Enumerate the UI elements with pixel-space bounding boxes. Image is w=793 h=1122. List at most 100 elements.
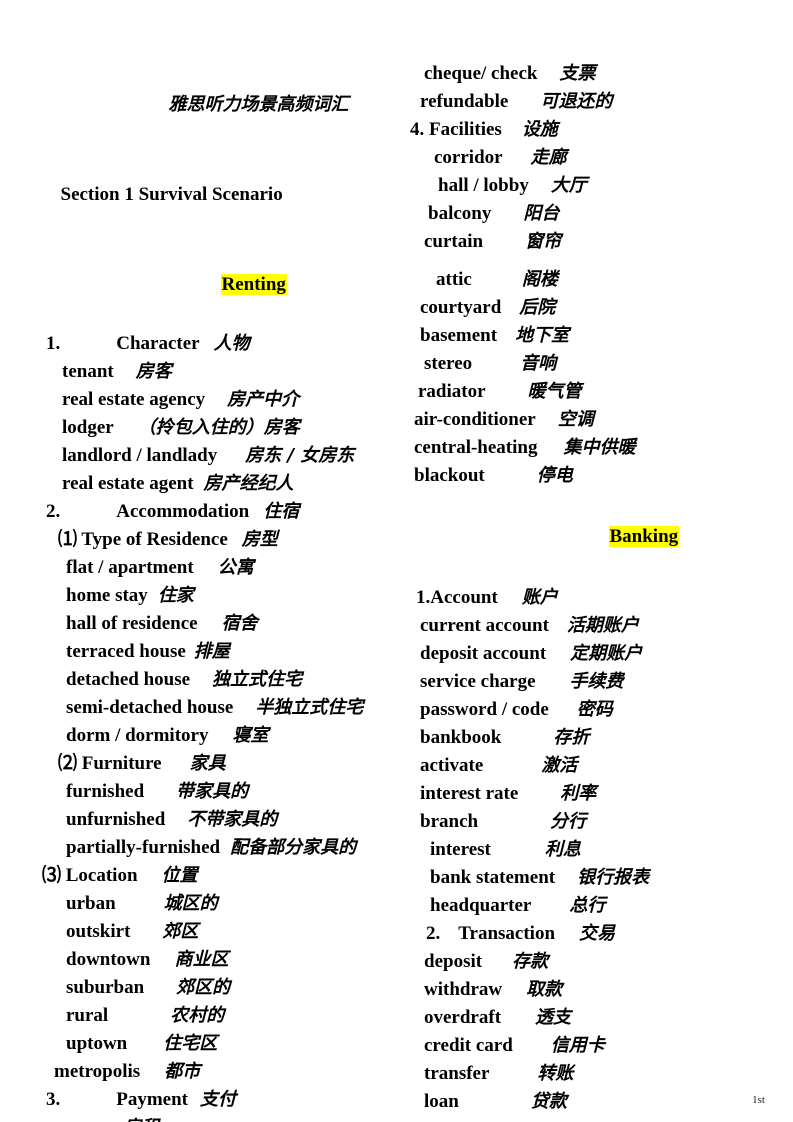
renting-heading: Renting bbox=[32, 240, 392, 330]
vocab-entry: withdraw 取款 bbox=[410, 976, 770, 1004]
vocab-term-en: ⑴ Type of Residence bbox=[58, 529, 228, 550]
vocab-gloss-cn: 支票 bbox=[559, 63, 596, 84]
vocab-entry: service charge 手续费 bbox=[410, 668, 770, 696]
vocab-entry: detached house 独立式住宅 bbox=[32, 666, 392, 694]
vocab-entry: basement 地下室 bbox=[410, 322, 770, 350]
vocab-gloss-cn: 房客 bbox=[135, 361, 172, 382]
left-column-entries: 1. Character 人物 tenant 房客 real estate agency 房… bbox=[32, 330, 392, 1122]
vocab-gloss-cn: 后院 bbox=[519, 297, 556, 318]
vocab-term-en: bank statement bbox=[430, 867, 556, 888]
vocab-entry: credit card 信用卡 bbox=[410, 1032, 770, 1060]
vocab-term-en: real estate agent bbox=[62, 473, 194, 494]
vocab-term-en: service charge bbox=[420, 671, 536, 692]
vocab-entry: blackout 停电 bbox=[410, 462, 770, 490]
renting-heading-text: Renting bbox=[220, 274, 287, 295]
vocab-entry: loan 贷款 bbox=[410, 1088, 770, 1116]
document-title-text: 雅思听力场景高频词汇 bbox=[168, 94, 349, 115]
vocab-gloss-cn: 阁楼 bbox=[521, 269, 558, 290]
vocab-entry: 3. Payment 支付 bbox=[32, 1086, 392, 1114]
left-column: 雅思听力场景高频词汇 Section 1 Survival Scenario R… bbox=[32, 60, 392, 1122]
vocab-entry: hall of residence 宿舍 bbox=[32, 610, 392, 638]
vocab-entry: furnished 带家具的 bbox=[32, 778, 392, 806]
vocab-term-en: landlord / landlady bbox=[62, 445, 218, 466]
vocab-gloss-cn: 暖气管 bbox=[527, 381, 582, 402]
page-footer: 1st bbox=[752, 1094, 765, 1106]
vocab-term-en: 1. bbox=[46, 333, 61, 354]
vocab-term-en: basement bbox=[420, 325, 498, 346]
vocab-entry: uptown 住宅区 bbox=[32, 1030, 392, 1058]
vocab-entry: bank statement 银行报表 bbox=[410, 864, 770, 892]
vocab-gloss-cn: 住宿 bbox=[263, 501, 300, 522]
vocab-gloss-cn: 郊区的 bbox=[176, 977, 231, 998]
vocab-entry: semi-detached house 半独立式住宅 bbox=[32, 694, 392, 722]
vocab-gloss-cn: 账户 bbox=[521, 587, 558, 608]
section-heading: Section 1 Survival Scenario bbox=[32, 150, 392, 240]
vocab-term-en: metropolis bbox=[54, 1061, 141, 1082]
vocab-gloss-cn: 都市 bbox=[164, 1061, 201, 1082]
vocab-entry: current account 活期账户 bbox=[410, 612, 770, 640]
vocab-gloss-cn: 公寓 bbox=[217, 557, 254, 578]
vocab-term-en: loan bbox=[424, 1091, 459, 1112]
vocab-gloss-cn: 排屋 bbox=[193, 641, 230, 662]
vocab-entry: landlord / landlady 房东 / 女房东 bbox=[32, 442, 392, 470]
vocab-gloss-cn: 不带家具的 bbox=[187, 809, 278, 830]
vocab-gloss-cn: 支付 bbox=[200, 1089, 237, 1110]
vocab-entry: hall / lobby 大厅 bbox=[410, 172, 770, 200]
vocab-gloss-cn: 手续费 bbox=[569, 671, 624, 692]
vocab-term-en: interest bbox=[430, 839, 491, 860]
vocab-gloss-cn: 窗帘 bbox=[525, 231, 562, 252]
vocab-gloss-cn: 带家具的 bbox=[176, 781, 249, 802]
vocab-gloss-cn: 信用卡 bbox=[550, 1035, 605, 1056]
vocab-entry: home stay 住家 bbox=[32, 582, 392, 610]
vocab-gloss-cn: 交易 bbox=[579, 923, 616, 944]
vocab-gloss-cn: 农村的 bbox=[170, 1005, 225, 1026]
vocab-entry: flat / apartment 公寓 bbox=[32, 554, 392, 582]
vocab-entry: air-conditioner 空调 bbox=[410, 406, 770, 434]
vocab-entry: 1. Character 人物 bbox=[32, 330, 392, 358]
vocab-gloss-cn: 房型 bbox=[241, 529, 278, 550]
vocab-gloss-cn: 总行 bbox=[569, 895, 606, 916]
vocab-term-en: branch bbox=[420, 811, 479, 832]
vocab-entry: interest 利息 bbox=[410, 836, 770, 864]
vocab-gloss-cn: 银行报表 bbox=[577, 867, 650, 888]
vocab-entry: corridor 走廊 bbox=[410, 144, 770, 172]
vocab-term-en: headquarter bbox=[430, 895, 532, 916]
vocab-gloss-cn: 设施 bbox=[521, 119, 558, 140]
vocab-term-en: courtyard bbox=[420, 297, 502, 318]
vocab-gloss-cn: 家具 bbox=[189, 753, 226, 774]
vocab-term-en: ⑵ Furniture bbox=[58, 753, 162, 774]
vocab-entry: bankbook 存折 bbox=[410, 724, 770, 752]
document-page: 雅思听力场景高频词汇 Section 1 Survival Scenario R… bbox=[0, 0, 793, 1122]
vocab-term-en: home stay bbox=[66, 585, 148, 606]
vocab-term-en: semi-detached house bbox=[66, 697, 234, 718]
vocab-term-en: uptown bbox=[66, 1033, 128, 1054]
vocab-gloss-cn: 宿舍 bbox=[221, 613, 258, 634]
vocab-gloss-cn: 存折 bbox=[553, 727, 590, 748]
vocab-entry: 1.Account 账户 bbox=[410, 584, 770, 612]
vocab-gloss-cn: 利息 bbox=[544, 839, 581, 860]
document-title: 雅思听力场景高频词汇 bbox=[32, 60, 392, 150]
vocab-gloss-cn: 空调 bbox=[557, 409, 594, 430]
vocab-entry: ⑴ Type of Residence 房型 bbox=[32, 526, 392, 554]
vocab-entry: real estate agent 房产经纪人 bbox=[32, 470, 392, 498]
vocab-entry: refundable 可退还的 bbox=[410, 88, 770, 116]
vocab-gloss-cn: 房租 bbox=[123, 1117, 159, 1122]
vocab-gloss-cn: 阳台 bbox=[523, 203, 560, 224]
vocab-gloss-cn: 住家 bbox=[157, 585, 194, 606]
right-column-entries-top: cheque/ check 支票 refundable 可退还的 4. Faciliti… bbox=[410, 60, 770, 490]
vocab-entry: overdraft 透支 bbox=[410, 1004, 770, 1032]
vocab-entry: real estate agency 房产中介 bbox=[32, 386, 392, 414]
vocab-entry: central-heating 集中供暖 bbox=[410, 434, 770, 462]
vocab-term-en: central-heating bbox=[414, 437, 538, 458]
vocab-gloss-cn: 透支 bbox=[535, 1007, 572, 1028]
vocab-entry: rural 农村的 bbox=[32, 1002, 392, 1030]
vocab-entry: deposit 存款 bbox=[410, 948, 770, 976]
vocab-gloss-cn: 密码 bbox=[576, 699, 613, 720]
vocab-term-en: cheque/ check bbox=[424, 63, 538, 84]
vocab-gloss-cn: 激活 bbox=[541, 755, 578, 776]
vocab-gloss-cn: 位置 bbox=[161, 865, 198, 886]
vocab-entry: branch 分行 bbox=[410, 808, 770, 836]
vocab-gloss-cn: 集中供暖 bbox=[563, 437, 636, 458]
vocab-term-en: hall of residence bbox=[66, 613, 198, 634]
vocab-entry: activate 激活 bbox=[410, 752, 770, 780]
